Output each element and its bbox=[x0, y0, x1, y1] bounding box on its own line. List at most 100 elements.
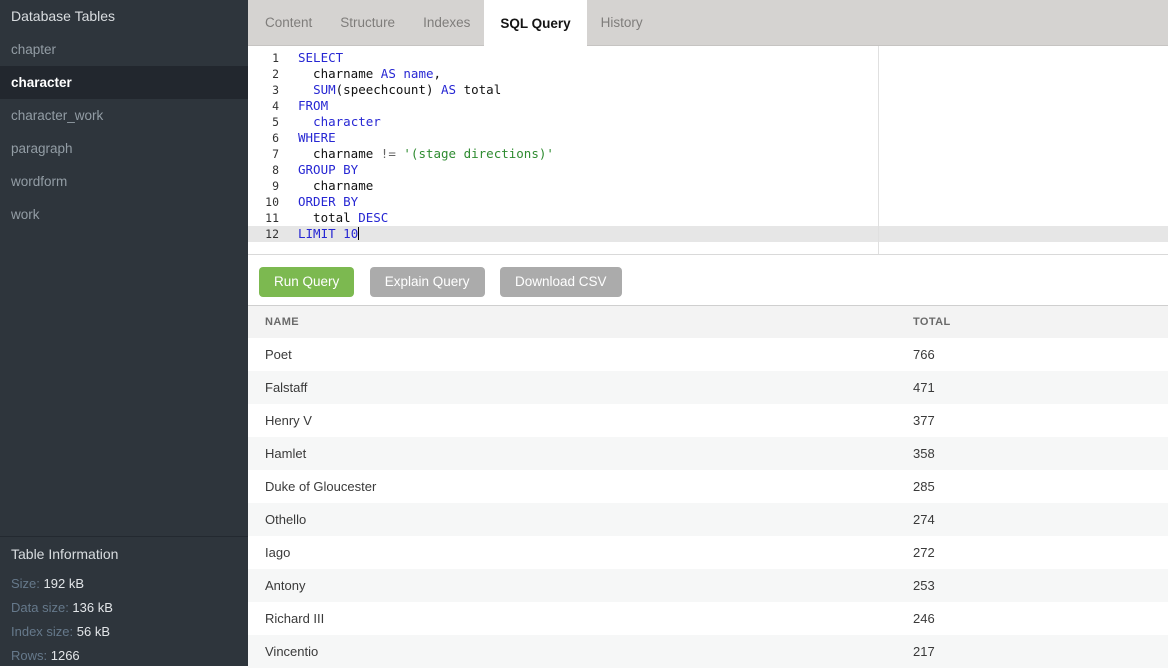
cell-name: Antony bbox=[248, 569, 896, 602]
cell-total: 285 bbox=[896, 470, 1168, 503]
code-token: 10 bbox=[343, 226, 358, 241]
code-token: AS bbox=[441, 82, 456, 97]
sidebar-title: Database Tables bbox=[0, 0, 248, 33]
stat-value: 136 kB bbox=[72, 600, 112, 615]
stat-value: 1266 bbox=[51, 648, 80, 663]
code-token: (speechcount) bbox=[336, 82, 441, 97]
stat-label: Data size: bbox=[11, 600, 72, 615]
query-button-row: Run Query Explain Query Download CSV bbox=[248, 255, 1168, 305]
code-token: FROM bbox=[298, 98, 328, 113]
editor-line: 2 charname AS name, bbox=[248, 66, 1168, 82]
column-header-total[interactable]: TOTAL bbox=[896, 306, 1168, 338]
code-token: name bbox=[403, 66, 433, 81]
column-header-name[interactable]: NAME bbox=[248, 306, 896, 338]
cell-total: 377 bbox=[896, 404, 1168, 437]
editor-line: 1SELECT bbox=[248, 50, 1168, 66]
code-token: DESC bbox=[358, 210, 388, 225]
tab-content[interactable]: Content bbox=[251, 0, 326, 45]
line-number: 12 bbox=[248, 226, 288, 242]
line-number: 2 bbox=[248, 66, 288, 82]
code-token: total bbox=[298, 210, 358, 225]
code-text: total DESC bbox=[288, 210, 388, 226]
editor-line: 9 charname bbox=[248, 178, 1168, 194]
code-text: GROUP BY bbox=[288, 162, 358, 178]
code-text: character bbox=[288, 114, 381, 130]
download-csv-button[interactable]: Download CSV bbox=[500, 267, 622, 297]
stat-line: Index size: 56 kB bbox=[11, 620, 237, 644]
code-token: != bbox=[381, 146, 396, 161]
code-token bbox=[298, 82, 313, 97]
text-cursor bbox=[358, 227, 359, 240]
stat-line: Rows: 1266 bbox=[11, 644, 237, 668]
cell-name: Falstaff bbox=[248, 371, 896, 404]
line-number: 5 bbox=[248, 114, 288, 130]
tab-sql-query[interactable]: SQL Query bbox=[484, 0, 586, 46]
run-query-button[interactable]: Run Query bbox=[259, 267, 354, 297]
cell-name: Hamlet bbox=[248, 437, 896, 470]
stat-line: Size: 192 kB bbox=[11, 572, 237, 596]
sql-editor[interactable]: 1SELECT2 charname AS name,3 SUM(speechco… bbox=[248, 46, 1168, 255]
sidebar-item-character_work[interactable]: character_work bbox=[0, 99, 248, 132]
cell-name: Poet bbox=[248, 338, 896, 371]
main-panel: ContentStructureIndexesSQL QueryHistory … bbox=[248, 0, 1168, 666]
code-token: WHERE bbox=[298, 130, 336, 145]
code-token: LIMIT bbox=[298, 226, 336, 241]
table-row[interactable]: Vincentio217 bbox=[248, 635, 1168, 668]
code-text: charname != '(stage directions)' bbox=[288, 146, 554, 162]
code-text: FROM bbox=[288, 98, 328, 114]
cell-name: Richard III bbox=[248, 602, 896, 635]
sidebar-item-work[interactable]: work bbox=[0, 198, 248, 231]
line-number: 11 bbox=[248, 210, 288, 226]
code-token: AS bbox=[381, 66, 396, 81]
cell-total: 217 bbox=[896, 635, 1168, 668]
editor-line: 12LIMIT 10 bbox=[248, 226, 1168, 242]
results-section: NAME TOTAL Poet766Falstaff471Henry V377H… bbox=[248, 305, 1168, 668]
sidebar-item-character[interactable]: character bbox=[0, 66, 248, 99]
tab-indexes[interactable]: Indexes bbox=[409, 0, 484, 45]
sidebar-item-wordform[interactable]: wordform bbox=[0, 165, 248, 198]
editor-line: 6WHERE bbox=[248, 130, 1168, 146]
tab-history[interactable]: History bbox=[587, 0, 657, 45]
line-number: 3 bbox=[248, 82, 288, 98]
table-list: chaptercharactercharacter_workparagraphw… bbox=[0, 33, 248, 231]
table-row[interactable]: Falstaff471 bbox=[248, 371, 1168, 404]
cell-name: Duke of Gloucester bbox=[248, 470, 896, 503]
sidebar-item-paragraph[interactable]: paragraph bbox=[0, 132, 248, 165]
code-token: ORDER BY bbox=[298, 194, 358, 209]
stat-label: Size: bbox=[11, 576, 44, 591]
stat-value: 192 kB bbox=[44, 576, 84, 591]
table-row[interactable]: Iago272 bbox=[248, 536, 1168, 569]
line-number: 10 bbox=[248, 194, 288, 210]
tab-bar: ContentStructureIndexesSQL QueryHistory bbox=[248, 0, 1168, 46]
code-text: charname bbox=[288, 178, 373, 194]
table-row[interactable]: Poet766 bbox=[248, 338, 1168, 371]
code-token: charname bbox=[298, 66, 381, 81]
table-row[interactable]: Richard III246 bbox=[248, 602, 1168, 635]
code-token: SUM bbox=[313, 82, 336, 97]
results-header-row: NAME TOTAL bbox=[248, 306, 1168, 338]
code-text: WHERE bbox=[288, 130, 336, 146]
editor-line: 11 total DESC bbox=[248, 210, 1168, 226]
cell-total: 274 bbox=[896, 503, 1168, 536]
table-row[interactable]: Duke of Gloucester285 bbox=[248, 470, 1168, 503]
stat-line: Data size: 136 kB bbox=[11, 596, 237, 620]
line-number: 7 bbox=[248, 146, 288, 162]
table-row[interactable]: Henry V377 bbox=[248, 404, 1168, 437]
tab-structure[interactable]: Structure bbox=[326, 0, 409, 45]
editor-line: 5 character bbox=[248, 114, 1168, 130]
code-token: character bbox=[313, 114, 381, 129]
code-text: LIMIT 10 bbox=[288, 226, 359, 242]
table-row[interactable]: Antony253 bbox=[248, 569, 1168, 602]
sidebar-item-chapter[interactable]: chapter bbox=[0, 33, 248, 66]
cell-total: 766 bbox=[896, 338, 1168, 371]
code-token: '(stage directions)' bbox=[403, 146, 554, 161]
editor-line: 8GROUP BY bbox=[248, 162, 1168, 178]
explain-query-button[interactable]: Explain Query bbox=[370, 267, 485, 297]
table-info-panel: Table Information Size: 192 kBData size:… bbox=[0, 536, 248, 666]
cell-name: Henry V bbox=[248, 404, 896, 437]
code-token: total bbox=[456, 82, 501, 97]
table-row[interactable]: Hamlet358 bbox=[248, 437, 1168, 470]
stat-value: 56 kB bbox=[77, 624, 110, 639]
table-row[interactable]: Othello274 bbox=[248, 503, 1168, 536]
code-token: SELECT bbox=[298, 50, 343, 65]
